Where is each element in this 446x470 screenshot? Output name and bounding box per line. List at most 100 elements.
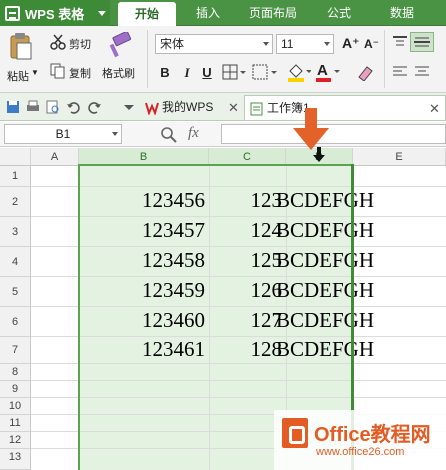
tab-home[interactable]: 开始 [118, 2, 176, 26]
row-header[interactable]: 3 [0, 217, 31, 247]
save-icon[interactable] [6, 100, 20, 114]
ribbon-separator [147, 30, 148, 88]
print-icon[interactable] [26, 100, 40, 114]
svg-text:A: A [317, 62, 328, 79]
gridline [31, 216, 446, 217]
cut-button[interactable]: 剪切 [69, 36, 91, 52]
paste-label[interactable]: 粘贴 [7, 68, 29, 84]
zoom-icon[interactable] [160, 126, 178, 144]
font-size-value: 11 [281, 37, 294, 51]
bold-button[interactable]: B [156, 64, 174, 82]
cell-b4[interactable]: 123458 [79, 248, 205, 273]
fill-color-icon[interactable] [287, 62, 312, 85]
align-center-icon[interactable] [414, 65, 430, 82]
cell-b6[interactable]: 123460 [79, 308, 205, 333]
cell-c5[interactable]: 126 [209, 278, 283, 303]
redo-icon[interactable] [88, 100, 102, 114]
wps-logo-icon [5, 5, 20, 21]
gridline [31, 380, 446, 381]
insert-function-button[interactable]: fx [188, 125, 199, 142]
row-header[interactable]: 1 [0, 166, 31, 187]
column-header-a[interactable]: A [31, 148, 79, 166]
gridline [31, 397, 446, 398]
select-all-corner[interactable] [0, 148, 31, 166]
column-header-c[interactable]: C [209, 148, 286, 166]
cell-d2[interactable]: BCDEFGH [276, 188, 374, 213]
row-header[interactable]: 2 [0, 187, 31, 217]
cell-b7[interactable]: 123461 [79, 337, 205, 362]
cell-c3[interactable]: 124 [209, 218, 283, 243]
grow-font-button[interactable]: A⁺ [342, 35, 360, 52]
tab-label: 我的WPS [162, 100, 214, 114]
chevron-down-icon [324, 42, 330, 46]
row-header[interactable]: 9 [0, 381, 31, 398]
underline-button[interactable]: U [198, 64, 216, 82]
tab-page-layout[interactable]: 页面布局 [238, 0, 308, 26]
row-header[interactable]: 7 [0, 337, 31, 364]
cell-b2[interactable]: 123456 [79, 188, 205, 213]
close-icon[interactable]: ✕ [429, 96, 440, 121]
clear-format-icon[interactable] [355, 63, 375, 84]
print-preview-icon[interactable] [46, 100, 60, 114]
cell-b3[interactable]: 123457 [79, 218, 205, 243]
cell-c2[interactable]: 123 [209, 188, 283, 213]
row-header[interactable]: 6 [0, 307, 31, 337]
row-header[interactable]: 4 [0, 247, 31, 277]
shrink-font-button[interactable]: A⁻ [364, 37, 379, 51]
align-top-icon[interactable] [392, 35, 408, 52]
align-middle-icon[interactable] [410, 32, 434, 52]
formula-input[interactable] [221, 124, 446, 144]
row-header[interactable]: 11 [0, 415, 31, 432]
align-left-icon[interactable] [392, 65, 408, 82]
cell-c4[interactable]: 125 [209, 248, 283, 273]
row-header[interactable]: 12 [0, 432, 31, 449]
font-name-select[interactable]: 宋体 [155, 34, 273, 54]
tab-insert[interactable]: 插入 [184, 0, 232, 26]
paste-dropdown-icon[interactable]: ▼ [31, 68, 39, 77]
cell-c6[interactable]: 127 [209, 308, 283, 333]
close-icon[interactable]: ✕ [228, 95, 239, 120]
tab-workbook[interactable]: 工作簿1 ✕ [244, 95, 446, 120]
merge-cells-icon[interactable] [252, 64, 278, 85]
quick-access-bar: 我的WPS ✕ 工作簿1 ✕ [0, 93, 446, 121]
row-header[interactable]: 5 [0, 277, 31, 307]
italic-button[interactable]: I [178, 64, 196, 82]
app-menu-button[interactable]: WPS 表格 [0, 0, 110, 26]
font-size-select[interactable]: 11 [276, 34, 334, 54]
copy-icon[interactable] [50, 63, 66, 82]
cell-b5[interactable]: 123459 [79, 278, 205, 303]
tab-formulas[interactable]: 公式 [314, 0, 364, 26]
undo-icon[interactable] [66, 100, 80, 114]
cell-d4[interactable]: BCDEFGH [276, 248, 374, 273]
cell-d3[interactable]: BCDEFGH [276, 218, 374, 243]
formula-bar: B1 fx [0, 122, 446, 147]
menu-bar: WPS 表格 开始 插入 页面布局 公式 数据 [0, 0, 446, 26]
row-header[interactable]: 10 [0, 398, 31, 415]
chevron-down-icon [98, 10, 106, 16]
cell-d6[interactable]: BCDEFGH [276, 308, 374, 333]
column-header-b[interactable]: B [79, 148, 209, 166]
cell-d7[interactable]: BCDEFGH [276, 337, 374, 362]
row-header[interactable]: 13 [0, 449, 31, 470]
gridline [31, 306, 446, 307]
format-painter-button[interactable]: 格式刷 [102, 65, 135, 81]
scissors-icon[interactable] [50, 34, 66, 53]
paste-button[interactable] [9, 32, 33, 65]
font-color-icon[interactable]: A [315, 61, 341, 86]
cell-d5[interactable]: BCDEFGH [276, 278, 374, 303]
format-painter-icon[interactable] [108, 30, 134, 63]
row-header[interactable]: 8 [0, 364, 31, 381]
cell-c7[interactable]: 128 [209, 337, 283, 362]
ribbon-separator [384, 30, 385, 88]
tab-data[interactable]: 数据 [376, 0, 428, 26]
watermark: Office教程网 www.office26.com [274, 410, 446, 470]
customize-toolbar-icon[interactable] [122, 100, 136, 114]
tab-my-wps[interactable]: 我的WPS ✕ [140, 95, 242, 120]
copy-button[interactable]: 复制 [69, 65, 91, 81]
gridline [31, 363, 446, 364]
name-box[interactable]: B1 [4, 124, 122, 144]
borders-icon[interactable] [222, 64, 246, 85]
chevron-down-icon [112, 132, 118, 136]
gridline [31, 186, 446, 187]
column-header-e[interactable]: E [353, 148, 446, 166]
